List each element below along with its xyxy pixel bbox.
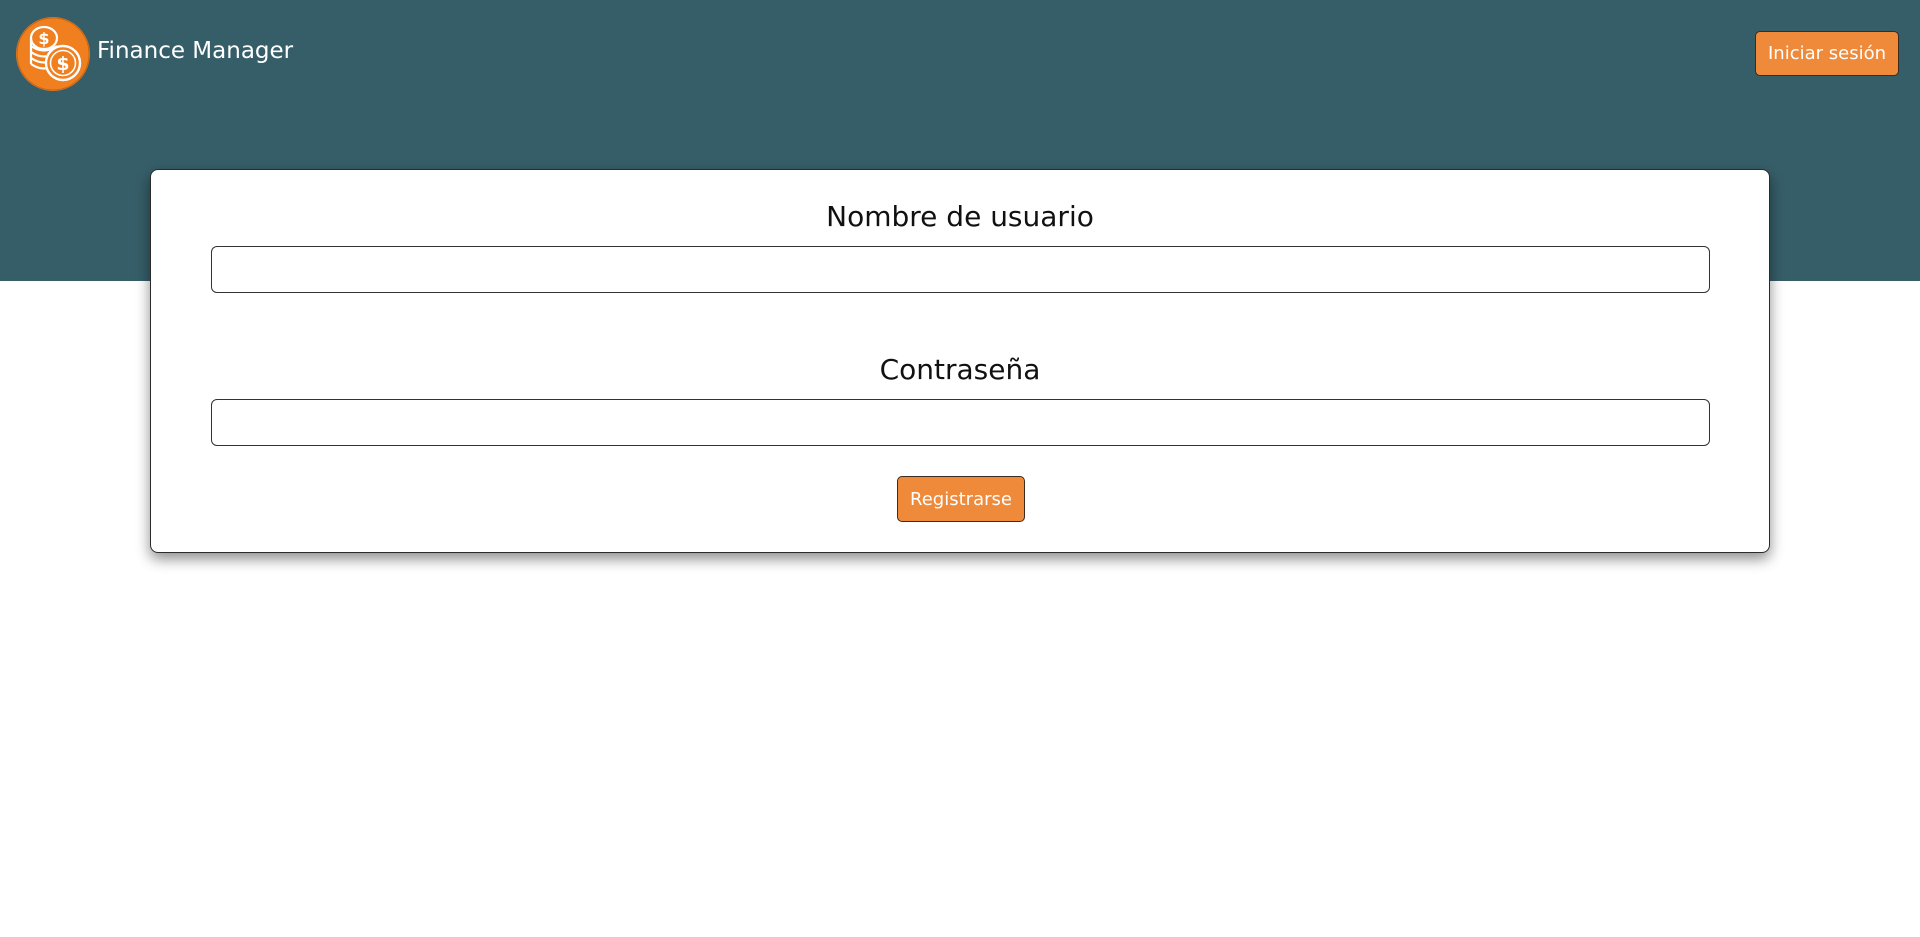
register-form-card: Nombre de usuario Contraseña Registrarse <box>150 169 1770 553</box>
register-button[interactable]: Registrarse <box>897 476 1025 522</box>
svg-text:$: $ <box>38 29 49 48</box>
username-input[interactable] <box>211 246 1710 293</box>
svg-text:$: $ <box>56 53 69 75</box>
password-input[interactable] <box>211 399 1710 446</box>
login-button[interactable]: Iniciar sesión <box>1755 31 1899 76</box>
password-label: Contraseña <box>879 353 1041 386</box>
coins-dollar-icon: $ $ <box>15 16 91 92</box>
app-title: Finance Manager <box>97 38 294 64</box>
username-label: Nombre de usuario <box>826 200 1094 233</box>
